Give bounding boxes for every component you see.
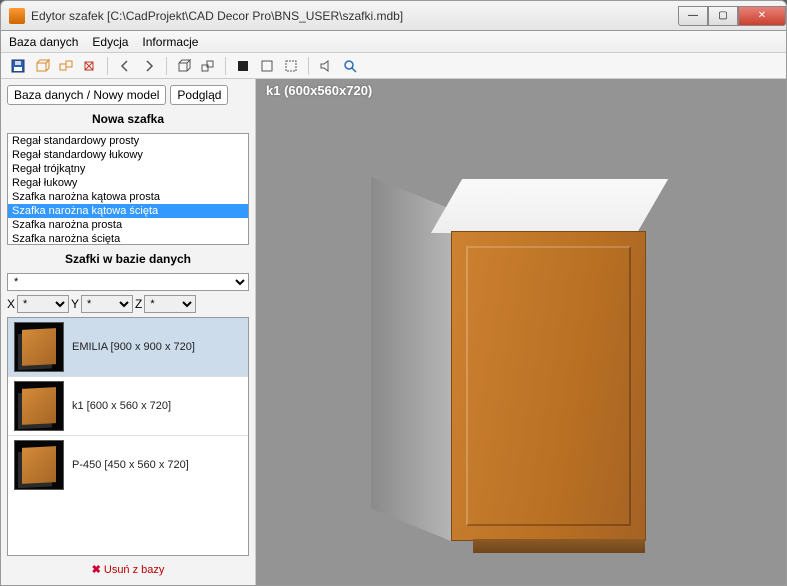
menu-info[interactable]: Informacje [142,35,198,49]
speaker-icon[interactable] [315,56,337,76]
viewport-label: k1 (600x560x720) [266,83,372,98]
app-icon [9,8,25,24]
db-item-label: EMILIA [900 x 900 x 720] [72,341,195,353]
type-item[interactable]: Szafka narożna ścięta [8,232,248,245]
arrow-left-icon[interactable] [114,56,136,76]
db-item-emilia[interactable]: EMILIA [900 x 900 x 720] [8,318,248,376]
close-button[interactable]: ✕ [738,6,786,26]
toolbar [1,53,786,79]
db-item-k1[interactable]: k1 [600 x 560 x 720] [8,376,248,435]
thumbnail-icon [14,440,64,490]
type-item[interactable]: Szafka narożna kątowa prosta [8,190,248,204]
minimize-button[interactable]: — [678,6,708,26]
thumbnail-icon [14,381,64,431]
type-item[interactable]: Regał łukowy [8,176,248,190]
filter-z-select[interactable]: * [144,295,196,313]
type-item[interactable]: Regał trójkątny [8,162,248,176]
axis-z-label: Z [135,297,142,311]
axis-x-label: X [7,297,15,311]
filter-y-select[interactable]: * [81,295,133,313]
db-item-label: k1 [600 x 560 x 720] [72,400,171,412]
boxes-icon[interactable] [55,56,77,76]
tab-database-newmodel[interactable]: Baza danych / Nowy model [7,85,166,105]
fill-none-icon[interactable] [256,56,278,76]
zoom-icon[interactable] [339,56,361,76]
cabinet-type-list[interactable]: Regał standardowy prosty Regał standardo… [7,133,249,245]
box-icon[interactable] [31,56,53,76]
titlebar: Edytor szafek [C:\CadProjekt\CAD Decor P… [0,0,787,30]
cabinet-3d-preview [391,179,671,549]
save-icon[interactable] [7,56,29,76]
fill-solid-icon[interactable] [232,56,254,76]
filter-main-select[interactable]: * [7,273,249,291]
axis-y-label: Y [71,297,79,311]
menubar: Baza danych Edycja Informacje [1,31,786,53]
sidebar: Baza danych / Nowy model Podgląd Nowa sz… [1,79,256,585]
type-item[interactable]: Szafka narożna kątowa ścięta [8,204,248,218]
type-item[interactable]: Regał standardowy prosty [8,134,248,148]
db-item-p450[interactable]: P-450 [450 x 560 x 720] [8,435,248,494]
thumbnail-icon [14,322,64,372]
filter-x-select[interactable]: * [17,295,69,313]
new-cabinet-header: Nowa szafka [7,109,249,129]
maximize-button[interactable]: ▢ [708,6,738,26]
db-cabinet-list[interactable]: EMILIA [900 x 900 x 720] k1 [600 x 560 x… [7,317,249,556]
arrow-right-icon[interactable] [138,56,160,76]
type-item[interactable]: Szafka narożna prosta [8,218,248,232]
window-title: Edytor szafek [C:\CadProjekt\CAD Decor P… [31,9,403,23]
tab-preview[interactable]: Podgląd [170,85,228,105]
cube-stack-icon[interactable] [197,56,219,76]
menu-database[interactable]: Baza danych [9,35,78,49]
3d-viewport[interactable]: k1 (600x560x720) [256,79,786,585]
type-item[interactable]: Regał standardowy łukowy [8,148,248,162]
delete-from-db-button[interactable]: Usuń z bazy [7,560,249,579]
db-item-label: P-450 [450 x 560 x 720] [72,459,189,471]
box-cross-icon[interactable] [79,56,101,76]
menu-edit[interactable]: Edycja [92,35,128,49]
cube-outline-icon[interactable] [173,56,195,76]
db-cabinets-header: Szafki w bazie danych [7,249,249,269]
fill-dashed-icon[interactable] [280,56,302,76]
